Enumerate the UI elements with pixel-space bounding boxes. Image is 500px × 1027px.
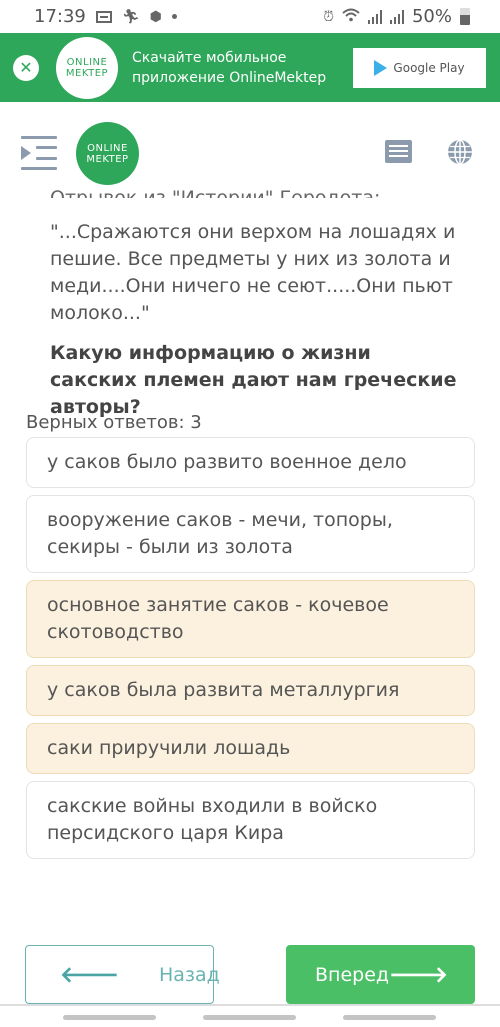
wifi-icon [342,8,360,25]
nav-indicator [343,1015,436,1020]
nav-indicator [63,1015,156,1020]
logo-text-line2: MEKTEP [65,67,109,79]
google-play-label: Google Play [393,60,465,75]
globe-icon[interactable] [447,139,473,165]
bottom-divider [0,1004,500,1006]
runner-icon: 🏃︎ [121,8,140,25]
arrow-right-icon: 🡒 [389,962,449,988]
back-button-label: Назад [159,963,220,986]
question-prompt: Какую информацию о жизни сакских племен … [50,342,457,418]
answer-option[interactable]: сакские войны входили в войско персидско… [26,781,475,859]
dot-icon [171,14,177,19]
close-icon[interactable]: ✕ [13,54,39,81]
calendar-icon [95,10,112,23]
signal-icon [389,9,404,24]
answer-option[interactable]: у саков было развито военное дело [26,437,475,488]
signal-icon [367,9,382,24]
answer-option-selected[interactable]: у саков была развита металлургия [26,665,475,716]
banner-text: Скачайте мобильное приложение OnlineMekt… [132,49,327,86]
logo-text-line2: MEKTEP [86,153,129,165]
next-button[interactable]: Вперед 🡒 [286,945,475,1004]
menu-toggle-icon[interactable] [21,136,57,170]
battery-percent: 50% [411,6,452,27]
answer-option-selected[interactable]: основное занятие саков - кочевое скотово… [26,580,475,658]
next-button-label: Вперед [315,963,390,986]
app-logo[interactable]: ONLINE MEKTEP [76,122,139,185]
logo-text-line1: ONLINE [87,142,128,154]
alarm-icon: ⏰︎ [323,8,334,25]
logo-text-line1: ONLINE [66,56,108,68]
answer-option[interactable]: вооружение саков - мечи, топоры, секиры … [26,495,475,573]
status-time: 17:39 [34,6,86,27]
status-bar: 17:39 🏃︎ ⬢ ⏰︎ 50% [0,0,500,33]
shield-icon: ⬢ [149,8,162,25]
arrow-left-icon: 🡐 [60,962,119,988]
source-line: Отрывок из "Истории" Геродота: [50,187,381,198]
play-store-icon [374,59,388,76]
answer-option-selected[interactable]: саки приручили лошадь [26,723,475,774]
quote-text: "...Сражаются они верхом на лошадях и пе… [50,221,456,324]
correct-answers-count: Верных ответов: 3 [26,412,202,433]
back-button[interactable]: 🡐 Назад [25,945,220,1004]
banner-logo: ONLINE MEKTEP [56,36,118,99]
answer-list: у саков было развито военное дело вооруж… [26,437,475,866]
app-download-banner: ✕ ONLINE MEKTEP Скачайте мобильное прило… [0,33,500,102]
list-icon[interactable] [385,140,412,163]
battery-icon [460,8,470,25]
nav-indicator [203,1015,296,1020]
google-play-button[interactable]: Google Play [353,47,486,88]
